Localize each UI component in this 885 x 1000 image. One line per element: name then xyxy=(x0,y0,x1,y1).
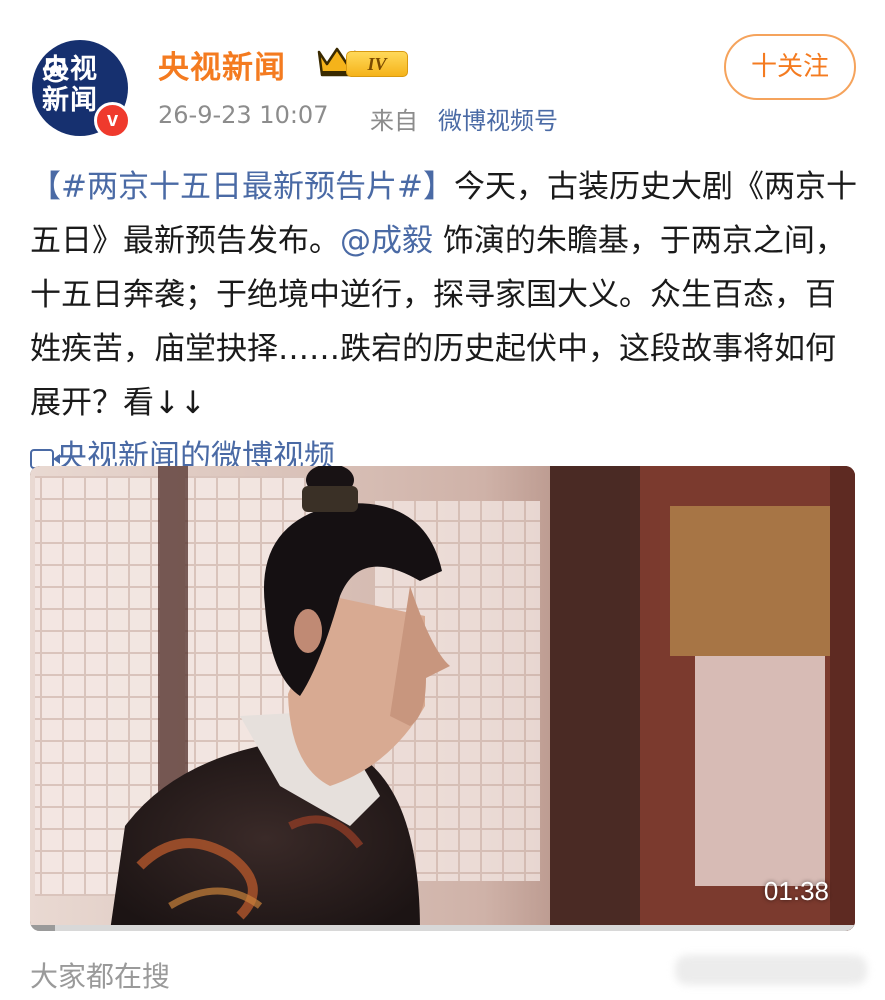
video-progress-bar[interactable] xyxy=(30,925,855,931)
topic-link[interactable]: 【#两京十五日最新预告片#】 xyxy=(30,169,454,205)
mention-link[interactable]: @成毅 xyxy=(340,223,433,259)
post-text: 【#两京十五日最新预告片#】今天，古装历史大剧《两京十五日》最新预告发布。@成毅… xyxy=(30,160,858,484)
trending-label: 大家都在搜 xyxy=(30,960,171,993)
post-source-link[interactable]: 微博视频号 xyxy=(438,101,558,136)
post-time: 26-9-23 10:07 xyxy=(158,101,329,129)
video-frame xyxy=(30,466,855,931)
account-name[interactable]: 央视新闻 xyxy=(158,42,286,87)
video-progress-fill xyxy=(30,925,55,931)
verified-icon: v xyxy=(94,102,131,139)
trending-search-item[interactable] xyxy=(675,955,867,985)
level-badge[interactable]: IV xyxy=(346,51,408,77)
video-player[interactable]: 01:38 xyxy=(30,466,855,931)
follow-button[interactable]: 十关注 xyxy=(724,34,856,100)
video-duration: 01:38 xyxy=(763,876,829,906)
avatar-logo-at: @ xyxy=(42,54,70,85)
post-from-label: 来自 xyxy=(370,107,418,135)
